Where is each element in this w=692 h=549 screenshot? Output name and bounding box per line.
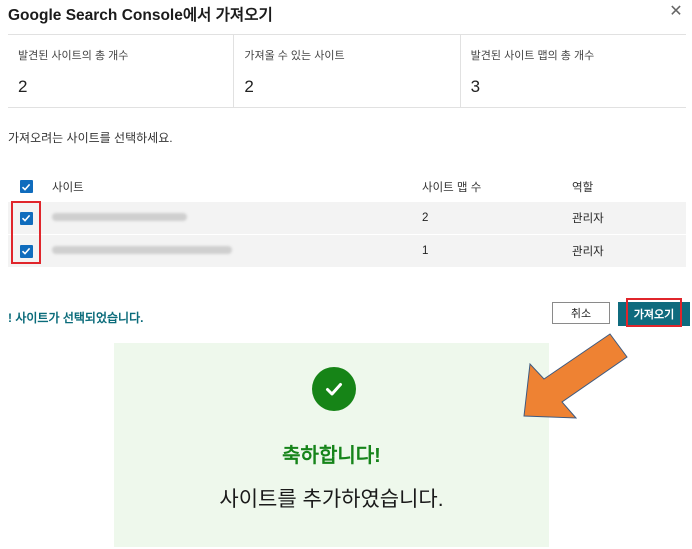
row-role: 관리자	[572, 213, 604, 225]
row-sitemaps: 1	[422, 245, 429, 257]
table-header: 사이트 사이트 맵 수 역할	[8, 172, 686, 201]
close-icon[interactable]: ✕	[668, 4, 684, 20]
stat-discovered-sites: 발견된 사이트의 총 개수 2	[8, 35, 235, 107]
sites-table: 사이트 사이트 맵 수 역할 2 관리자 1 관리자	[8, 172, 686, 267]
success-message: 사이트를 추가하였습니다.	[219, 488, 444, 511]
stat-importable-sites: 가져올 수 있는 사이트 2	[234, 35, 461, 107]
header-role: 역할	[572, 181, 594, 194]
stat-label: 발견된 사이트 맵의 총 개수	[470, 50, 595, 62]
header-site: 사이트	[52, 181, 84, 194]
header-sitemaps: 사이트 맵 수	[422, 181, 482, 194]
row-sitemaps: 2	[422, 212, 429, 224]
dialog-title: Google Search Console에서 가져오기	[8, 7, 273, 24]
success-panel: 축하합니다! 사이트를 추가하였습니다.	[114, 343, 549, 547]
redacted-site-url	[52, 246, 232, 254]
stats-bar: 발견된 사이트의 총 개수 2 가져올 수 있는 사이트 2 발견된 사이트 맵…	[8, 34, 686, 108]
stat-value: 2	[18, 77, 28, 96]
stat-value: 3	[470, 77, 481, 96]
select-prompt: 가져오려는 사이트를 선택하세요.	[8, 131, 173, 145]
success-title: 축하합니다!	[282, 445, 381, 467]
select-all-checkbox[interactable]	[19, 180, 33, 193]
redacted-site-url	[52, 213, 187, 221]
arrow-icon	[523, 333, 628, 419]
check-icon	[21, 183, 31, 191]
checkbox-highlight	[11, 201, 41, 264]
selection-status: ! 사이트가 선택되었습니다.	[8, 311, 144, 325]
stat-label: 가져올 수 있는 사이트	[244, 50, 345, 62]
stat-discovered-sitemaps: 발견된 사이트 맵의 총 개수 3	[461, 35, 686, 107]
stat-label: 발견된 사이트의 총 개수	[18, 50, 129, 62]
table-row[interactable]: 1 관리자	[8, 234, 686, 267]
table-row[interactable]: 2 관리자	[8, 201, 686, 234]
stat-value: 2	[244, 77, 254, 96]
cancel-button[interactable]: 취소	[552, 302, 610, 324]
import-button-highlight	[626, 298, 682, 327]
row-role: 관리자	[572, 246, 604, 258]
checkmark-circle-icon	[312, 367, 356, 411]
